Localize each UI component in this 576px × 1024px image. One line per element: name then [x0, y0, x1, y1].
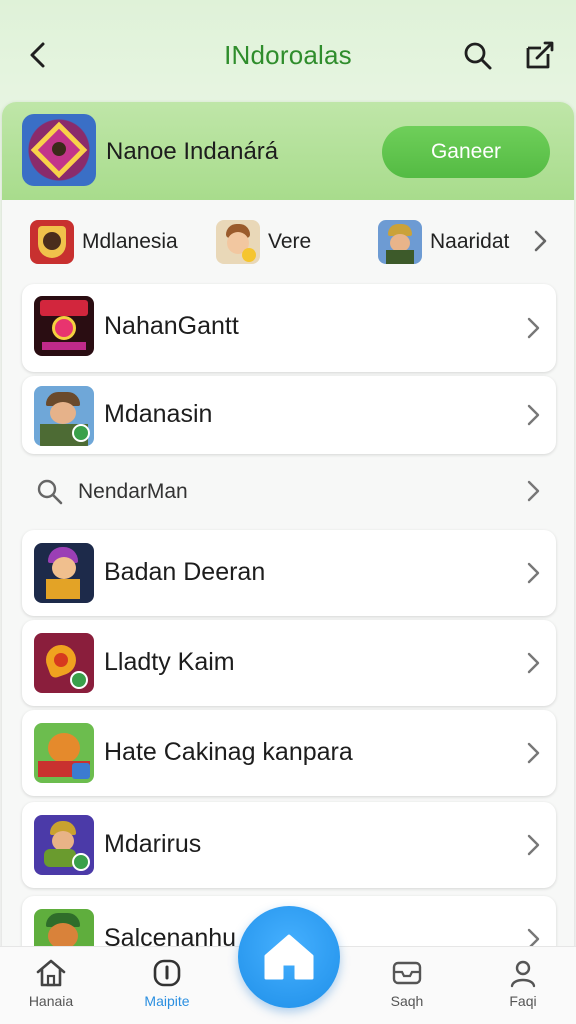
chip-label: Mdlanesia [82, 230, 178, 253]
list-item[interactable]: Hate Cakinag kanpara [22, 710, 556, 796]
edit-square-icon [526, 41, 554, 69]
nav-item-profile[interactable]: Faqi [478, 957, 568, 1021]
main-card: Nanoe Indanárá Ganeer Mdlanesia Vere Naa… [2, 102, 574, 962]
nav-item-inbox[interactable]: Saqh [362, 957, 452, 1021]
list-item-label: NahanGantt [104, 312, 239, 340]
list-item[interactable]: Lladty Kaim [22, 620, 556, 706]
profile-icon [510, 960, 536, 988]
list-item[interactable]: NahanGantt [22, 284, 556, 372]
adventurer-game-icon [34, 386, 94, 446]
chip-2[interactable]: Vere [216, 218, 311, 266]
chevron-right-icon [527, 834, 540, 856]
chevron-right-icon [527, 404, 540, 426]
nav-label: Maipite [144, 993, 190, 1009]
wizard-game-icon [34, 815, 94, 875]
nav-label: Hanaia [28, 993, 74, 1009]
app-header: INdoroalas [0, 0, 576, 108]
list-item-label: Lladty Kaim [104, 648, 235, 676]
home-outline-icon [36, 959, 66, 987]
character-game-icon [216, 220, 260, 264]
list-item-label: Mdarirus [104, 830, 202, 858]
list-item-label: Badan Deeran [104, 558, 266, 586]
list-item[interactable]: Mdanasin [22, 376, 556, 454]
chevron-right-icon [527, 742, 540, 764]
search-row[interactable]: NendarMan [22, 460, 556, 522]
chip-1[interactable]: Mdlanesia [30, 218, 178, 266]
edit-button[interactable] [522, 38, 556, 72]
nav-item-info[interactable]: Maipite [122, 957, 212, 1021]
info-icon [153, 959, 181, 987]
search-row-label: NendarMan [78, 480, 188, 503]
chips-next-button[interactable] [528, 228, 552, 254]
chevron-right-icon [534, 230, 547, 252]
banner-action-button[interactable]: Ganeer [382, 126, 550, 178]
list-item-label: Mdanasin [104, 400, 213, 428]
search-icon [37, 479, 63, 505]
banner-title: Nanoe Indanárá [106, 138, 279, 165]
home-fab-button[interactable] [238, 906, 340, 1008]
category-chips: Mdlanesia Vere Naaridat [2, 200, 574, 282]
chevron-right-icon [527, 480, 540, 502]
neon-game-icon [34, 296, 94, 356]
featured-banner[interactable]: Nanoe Indanárá Ganeer [2, 102, 574, 200]
search-icon [464, 42, 492, 70]
search-button[interactable] [462, 40, 494, 72]
list-item-label: Hate Cakinag kanpara [104, 738, 353, 766]
chip-3[interactable]: Naaridat [378, 218, 509, 266]
chip-label: Naaridat [430, 230, 510, 253]
hero-game-icon [34, 543, 94, 603]
inbox-icon [392, 961, 422, 985]
fire-game-icon [34, 633, 94, 693]
home-icon [264, 934, 314, 980]
chevron-right-icon [527, 652, 540, 674]
featured-game-icon [22, 114, 96, 186]
list-item[interactable]: Badan Deeran [22, 530, 556, 616]
nav-label: Saqh [390, 993, 424, 1009]
shield-game-icon [30, 220, 74, 264]
list-item[interactable]: Mdarirus [22, 802, 556, 888]
animal-game-icon [34, 723, 94, 783]
nav-item-home[interactable]: Hanaia [6, 957, 96, 1021]
chip-label: Vere [268, 230, 312, 253]
chevron-right-icon [527, 317, 540, 339]
chevron-right-icon [527, 562, 540, 584]
nav-label: Faqi [509, 993, 537, 1009]
soldier-game-icon [378, 220, 422, 264]
